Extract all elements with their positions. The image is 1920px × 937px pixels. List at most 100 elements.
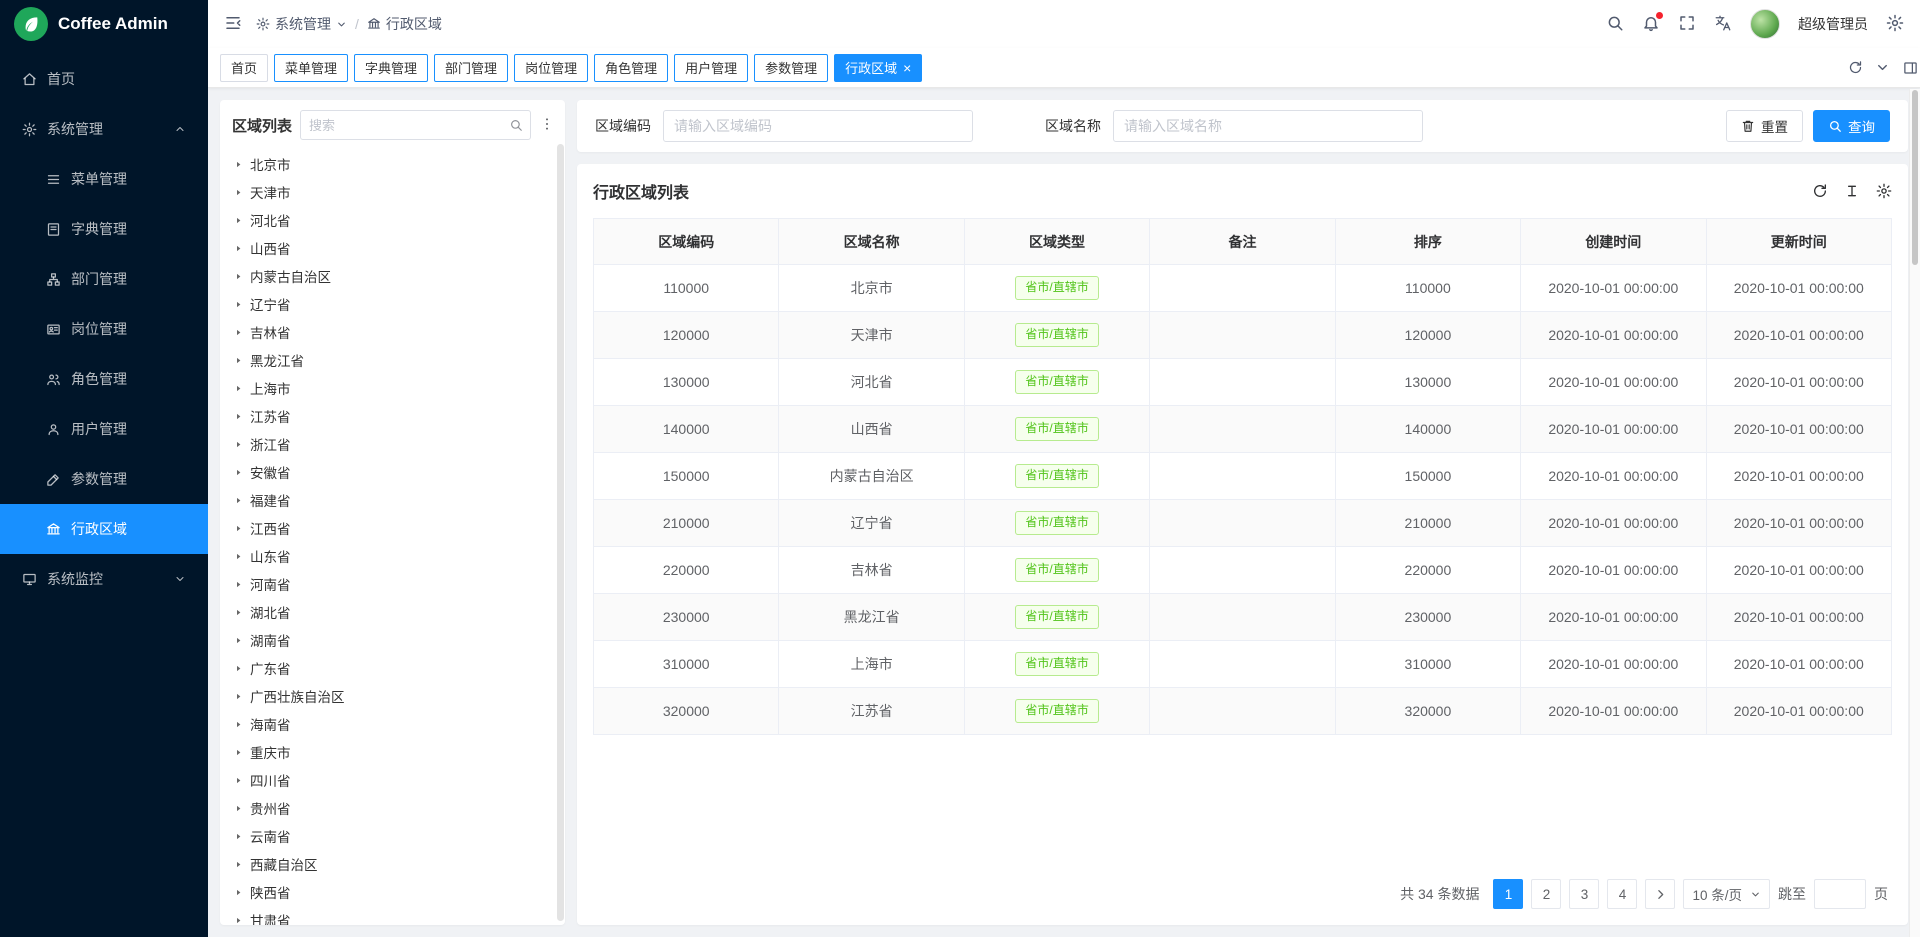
caret-right-icon[interactable] (234, 272, 243, 281)
tree-item[interactable]: 山西省 (222, 234, 565, 262)
page-button-1[interactable]: 1 (1493, 879, 1523, 909)
tree-item[interactable]: 北京市 (222, 150, 565, 178)
tree-item[interactable]: 河北省 (222, 206, 565, 234)
caret-right-icon[interactable] (234, 412, 243, 421)
caret-right-icon[interactable] (234, 356, 243, 365)
tree-item[interactable]: 安徽省 (222, 458, 565, 486)
region-code-input[interactable] (663, 110, 973, 142)
caret-right-icon[interactable] (234, 832, 243, 841)
caret-right-icon[interactable] (234, 216, 243, 225)
tree-item[interactable]: 西藏自治区 (222, 850, 565, 878)
page-button-4[interactable]: 4 (1607, 879, 1637, 909)
tree-item[interactable]: 四川省 (222, 766, 565, 794)
sidebar-item-user[interactable]: 用户管理 (0, 404, 208, 454)
reset-button[interactable]: 重置 (1726, 110, 1803, 142)
sidebar-item-param[interactable]: 参数管理 (0, 454, 208, 504)
tab-0[interactable]: 首页 (220, 54, 268, 82)
tree-item[interactable]: 甘肃省 (222, 906, 565, 925)
caret-right-icon[interactable] (234, 440, 243, 449)
tree-item[interactable]: 山东省 (222, 542, 565, 570)
caret-right-icon[interactable] (234, 720, 243, 729)
translate-icon[interactable] (1714, 14, 1732, 35)
tab-2[interactable]: 字典管理 (354, 54, 428, 82)
tree-item[interactable]: 吉林省 (222, 318, 565, 346)
tree-item[interactable]: 河南省 (222, 570, 565, 598)
tab-6[interactable]: 用户管理 (674, 54, 748, 82)
close-icon[interactable]: × (903, 61, 911, 75)
tree-item[interactable]: 辽宁省 (222, 290, 565, 318)
tree-item[interactable]: 海南省 (222, 710, 565, 738)
tree-item[interactable]: 内蒙古自治区 (222, 262, 565, 290)
tab-options-chevron-icon[interactable] (1875, 60, 1890, 75)
caret-right-icon[interactable] (234, 328, 243, 337)
bell-icon[interactable] (1642, 14, 1660, 35)
avatar[interactable] (1750, 9, 1780, 39)
caret-right-icon[interactable] (234, 300, 243, 309)
caret-right-icon[interactable] (234, 608, 243, 617)
tab-7[interactable]: 参数管理 (754, 54, 828, 82)
sidebar-item-post[interactable]: 岗位管理 (0, 304, 208, 354)
tab-8[interactable]: 行政区域× (834, 54, 922, 82)
caret-right-icon[interactable] (234, 524, 243, 533)
caret-right-icon[interactable] (234, 692, 243, 701)
caret-right-icon[interactable] (234, 804, 243, 813)
caret-right-icon[interactable] (234, 860, 243, 869)
caret-right-icon[interactable] (234, 776, 243, 785)
app-logo[interactable]: Coffee Admin (0, 0, 208, 48)
more-options-icon[interactable] (539, 116, 555, 135)
layout-toggle-icon[interactable] (1903, 60, 1918, 75)
page-scrollbar[interactable] (1909, 89, 1920, 937)
caret-right-icon[interactable] (234, 664, 243, 673)
caret-right-icon[interactable] (234, 748, 243, 757)
sidebar-item-role[interactable]: 角色管理 (0, 354, 208, 404)
page-size-select[interactable]: 10 条/页 (1683, 879, 1770, 909)
tree-search-input[interactable] (301, 118, 502, 133)
tree-item[interactable]: 陕西省 (222, 878, 565, 906)
caret-right-icon[interactable] (234, 552, 243, 561)
region-name-input[interactable] (1113, 110, 1423, 142)
caret-right-icon[interactable] (234, 916, 243, 925)
sidebar-item-dict[interactable]: 字典管理 (0, 204, 208, 254)
caret-right-icon[interactable] (234, 496, 243, 505)
settings-gear-icon[interactable] (1886, 14, 1904, 35)
jump-page-input[interactable] (1814, 879, 1866, 909)
tree-item[interactable]: 浙江省 (222, 430, 565, 458)
tree-item[interactable]: 湖南省 (222, 626, 565, 654)
tab-1[interactable]: 菜单管理 (274, 54, 348, 82)
sidebar-group-monitor[interactable]: 系统监控 (0, 554, 208, 604)
tree-item[interactable]: 广西壮族自治区 (222, 682, 565, 710)
tab-5[interactable]: 角色管理 (594, 54, 668, 82)
sidebar-item-home[interactable]: 首页 (0, 54, 208, 104)
refresh-icon[interactable] (1812, 183, 1828, 199)
page-button-3[interactable]: 3 (1569, 879, 1599, 909)
tab-3[interactable]: 部门管理 (434, 54, 508, 82)
caret-right-icon[interactable] (234, 244, 243, 253)
tab-4[interactable]: 岗位管理 (514, 54, 588, 82)
user-name[interactable]: 超级管理员 (1798, 14, 1868, 34)
tree-item[interactable]: 广东省 (222, 654, 565, 682)
page-scrollbar-thumb[interactable] (1912, 90, 1918, 265)
tree-item[interactable]: 天津市 (222, 178, 565, 206)
column-settings-icon[interactable] (1876, 183, 1892, 199)
tree-item[interactable]: 福建省 (222, 486, 565, 514)
page-button-2[interactable]: 2 (1531, 879, 1561, 909)
sidebar-item-bank[interactable]: 行政区域 (0, 504, 208, 554)
search-icon[interactable] (502, 111, 530, 139)
caret-right-icon[interactable] (234, 580, 243, 589)
density-icon[interactable] (1844, 183, 1860, 199)
breadcrumb-section[interactable]: 系统管理 (256, 14, 347, 34)
caret-right-icon[interactable] (234, 636, 243, 645)
tree-item[interactable]: 云南省 (222, 822, 565, 850)
sidebar-item-dept[interactable]: 部门管理 (0, 254, 208, 304)
search-button[interactable]: 查询 (1813, 110, 1890, 142)
caret-right-icon[interactable] (234, 384, 243, 393)
tree-item[interactable]: 重庆市 (222, 738, 565, 766)
sidebar-collapse-icon[interactable] (224, 14, 242, 35)
sidebar-item-menu[interactable]: 菜单管理 (0, 154, 208, 204)
tree-item[interactable]: 江西省 (222, 514, 565, 542)
tree-scrollbar[interactable] (557, 144, 564, 921)
tree-item[interactable]: 贵州省 (222, 794, 565, 822)
tree-item[interactable]: 湖北省 (222, 598, 565, 626)
sidebar-group-gear[interactable]: 系统管理 (0, 104, 208, 154)
fullscreen-icon[interactable] (1678, 14, 1696, 35)
